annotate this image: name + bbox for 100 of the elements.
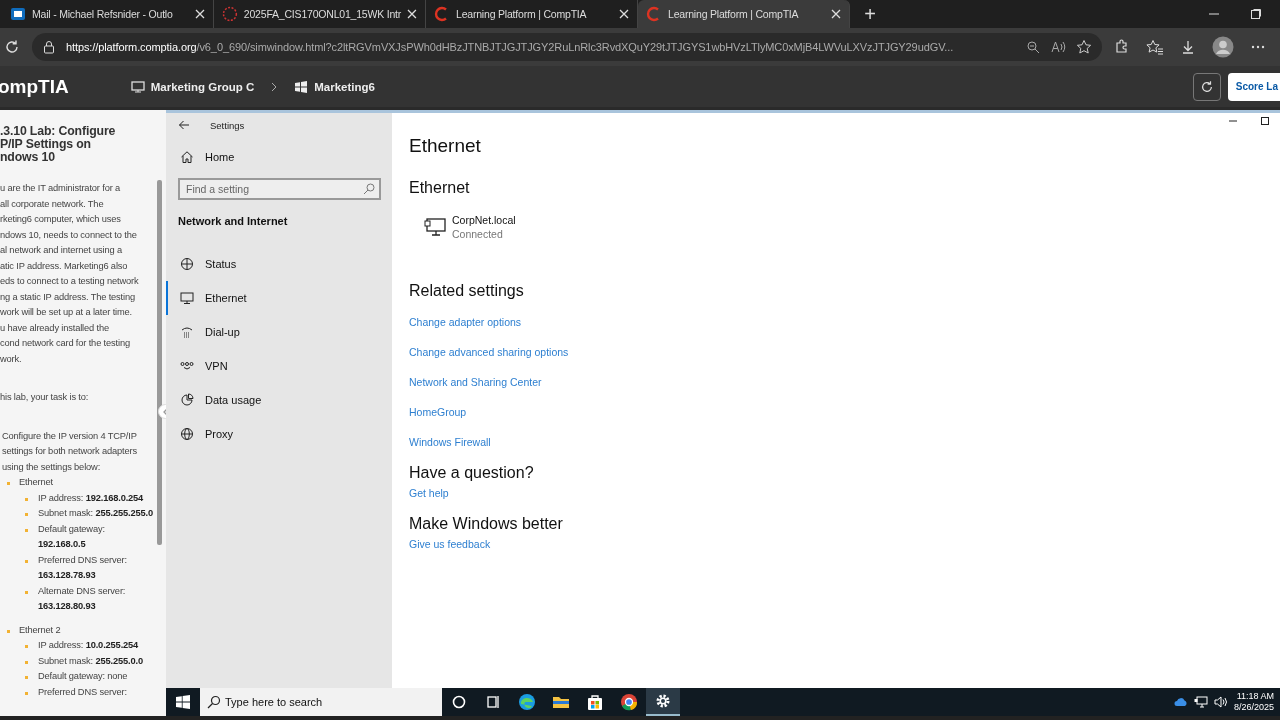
- nav-item[interactable]: Data usage: [165, 383, 392, 417]
- new-tab-button[interactable]: +: [856, 0, 884, 28]
- comptia-icon: [434, 6, 450, 22]
- adapter-name: Ethernet: [19, 477, 53, 487]
- close-icon[interactable]: [195, 9, 205, 19]
- setting-text: Preferred DNS server:: [38, 685, 127, 699]
- breadcrumb-link[interactable]: Marketing Group C: [150, 80, 255, 93]
- section-heading: Network and Internet: [177, 214, 289, 227]
- breadcrumb-link[interactable]: Marketing6: [314, 80, 375, 93]
- maximize-icon[interactable]: [1250, 8, 1262, 20]
- setting-text: Subnet mask: 255.255.255.0: [38, 507, 153, 520]
- zoom-icon[interactable]: [1026, 40, 1040, 54]
- globe-icon: [180, 427, 194, 441]
- search-field[interactable]: Find a setting: [178, 178, 381, 200]
- settings-link[interactable]: Change advanced sharing options: [409, 345, 569, 359]
- bullet-icon: [25, 676, 28, 679]
- lab-description: u are the IT administrator for a all corporate network. The rketing6 computer, which uses ndows 10, needs to connect to the al network and internet using a atic IP address. Marketing6 also eds to connect to a testing network ng a static IP address. The testing work will be set up at a later time. u have already installed the cond network card for the testing work.: [0, 182, 140, 366]
- maximize-icon[interactable]: [1260, 116, 1270, 126]
- settings-link[interactable]: Change adapter options: [409, 315, 522, 329]
- bullet-icon: [25, 528, 28, 532]
- settings-link[interactable]: Windows Firewall: [409, 435, 491, 449]
- setting-text: Default gateway: 192.168.0.5: [38, 522, 106, 551]
- settings-link[interactable]: HomeGroup: [409, 405, 467, 419]
- back-icon[interactable]: [178, 119, 190, 131]
- feedback-link[interactable]: Give us feedback: [409, 537, 491, 551]
- search-icon: [363, 183, 375, 195]
- volume-icon[interactable]: [1213, 696, 1228, 708]
- bullet-icon: [25, 513, 28, 516]
- setting-text: Alternate DNS server: 163.128.80.93: [38, 584, 127, 613]
- section-heading: Ethernet: [409, 179, 470, 197]
- browser-tab[interactable]: Learning Platform | CompTIA: [638, 0, 850, 28]
- read-aloud-icon[interactable]: [1050, 40, 1066, 54]
- windows-icon: [294, 80, 309, 93]
- windows-icon: [176, 695, 190, 709]
- score-button[interactable]: Score La: [1227, 72, 1280, 101]
- refresh-icon: [1199, 79, 1214, 94]
- lab-title: .3.10 Lab: Configure P/IP Settings on ndows 10: [0, 125, 117, 164]
- url-text: https://platform.comptia.org/v6_0_690/simwindow.html?c2ltRGVmVXJsPWh0dHBzJTNBJTJGJTJGY2RuLnRlc3RvdXQuY29tJTJGYS1wbHVzLTlyMC0xMjB4LWVuLXVzJTJGY29udGV...: [66, 41, 955, 53]
- taskbar-search[interactable]: Type here to search: [200, 688, 442, 716]
- globe-icon: [180, 257, 194, 271]
- window-title: Settings: [210, 119, 245, 131]
- home-link[interactable]: Home: [165, 140, 392, 174]
- download-icon[interactable]: [1180, 39, 1196, 55]
- chrome-icon: [619, 692, 639, 712]
- nav-item[interactable]: Proxy: [165, 417, 392, 451]
- home-icon: [180, 150, 194, 164]
- avatar-icon[interactable]: [1212, 36, 1234, 58]
- bullet-icon: [25, 559, 28, 563]
- reload-icon[interactable]: [4, 39, 20, 55]
- bullet-icon: [25, 691, 28, 695]
- bullet-icon: [25, 497, 28, 501]
- task-step: Configure the IP version 4 TCP/IP settings for both network adapters using the settings below:: [0, 428, 154, 475]
- mail-icon: [10, 6, 26, 22]
- network-icon[interactable]: [1193, 696, 1208, 708]
- bullet-icon: [25, 645, 28, 648]
- pie-chart-icon: [180, 393, 194, 407]
- section-heading: Have a question?: [409, 464, 534, 482]
- adapter-name: Ethernet 2: [19, 624, 61, 635]
- setting-text: IP address: 192.168.0.254: [38, 491, 144, 505]
- lock-icon: [42, 40, 56, 54]
- clock[interactable]: 11:18 AM 8/26/2025: [1233, 691, 1274, 713]
- bullet-icon: [25, 590, 28, 594]
- close-icon[interactable]: [407, 9, 417, 19]
- vpn-icon: [180, 359, 194, 373]
- settings-link[interactable]: Network and Sharing Center: [409, 375, 542, 389]
- help-link[interactable]: Get help: [409, 486, 449, 500]
- edge-icon: [517, 692, 537, 712]
- phone-icon: [180, 325, 194, 339]
- tab-title: Mail - Michael Refsnider - Outlo: [32, 8, 174, 20]
- tab-title: 2025FA_CIS170ONL01_15WK Intr: [243, 8, 402, 20]
- refresh-button[interactable]: [1192, 72, 1221, 101]
- bullet-icon: [7, 629, 10, 633]
- monitor-icon: [180, 291, 194, 305]
- page-title: Ethernet: [409, 135, 481, 157]
- tab-title: Learning Platform | CompTIA: [668, 8, 800, 20]
- star-icon[interactable]: [1076, 39, 1092, 55]
- extensions-icon[interactable]: [1114, 39, 1130, 55]
- close-icon[interactable]: [831, 9, 841, 19]
- task-intro: his lab, your task is to:: [0, 391, 90, 404]
- bullet-icon: [7, 482, 10, 485]
- setting-text: IP address: 10.0.255.254: [38, 639, 139, 652]
- nav-item[interactable]: Status: [165, 247, 392, 281]
- shopping-bag-icon: [585, 692, 605, 712]
- cloud-icon[interactable]: [1173, 697, 1188, 707]
- chevron-icon: [270, 81, 279, 92]
- comptia-icon: [646, 6, 662, 22]
- favorites-icon[interactable]: [1146, 39, 1164, 55]
- nav-item[interactable]: VPN: [165, 349, 392, 383]
- nav-item[interactable]: Dial-up: [165, 315, 392, 349]
- network-item[interactable]: CorpNet.local Connected: [424, 213, 516, 241]
- scrollbar-thumb[interactable]: [157, 180, 162, 545]
- close-icon[interactable]: [619, 9, 629, 19]
- tab-title: Learning Platform | CompTIA: [456, 8, 588, 20]
- address-field[interactable]: https://platform.comptia.org/v6_0_690/simwindow.html?c2ltRGVmVXJsPWh0dHBzJTNBJTJGJTJGY2RuLnRlc3RvdXQuY29tJTJGYS1wbHVzLTlyMC0xMjB4LWVuLXVzJTJGY29udGV...: [32, 33, 1102, 61]
- setting-text: Subnet mask: 255.255.0.0: [38, 654, 143, 668]
- section-heading: Related settings: [409, 282, 524, 300]
- network-computer-icon: [424, 217, 446, 237]
- taskbar-app[interactable]: [646, 688, 680, 716]
- search-icon: [207, 695, 221, 709]
- computer-icon: [130, 80, 145, 93]
